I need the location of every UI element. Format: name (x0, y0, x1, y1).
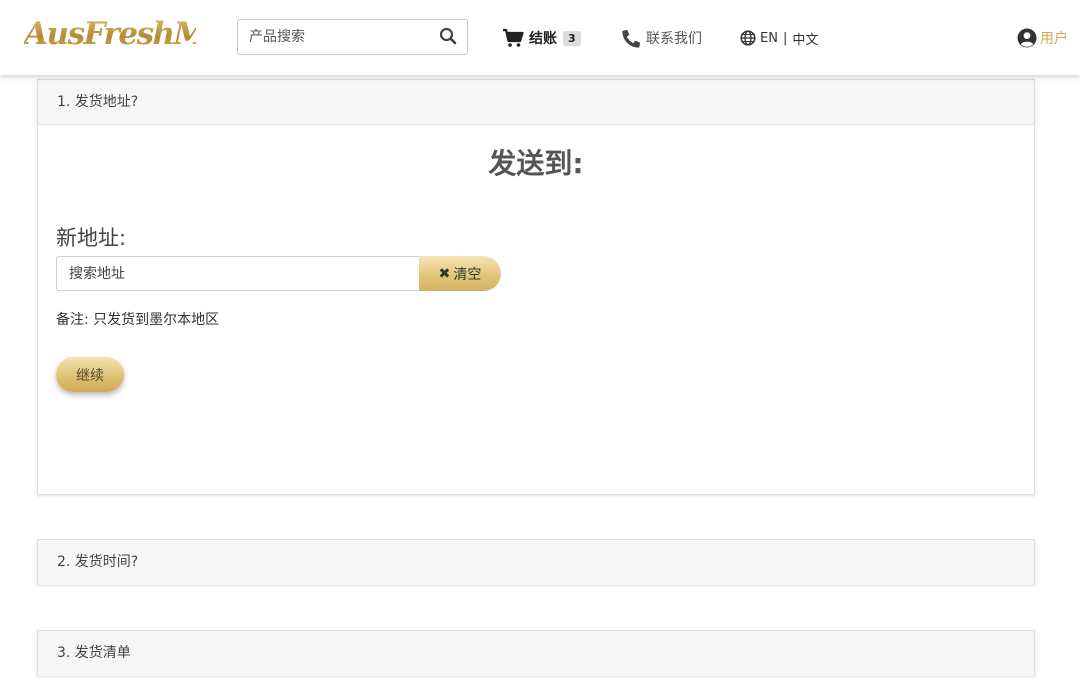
top-navbar: AusFreshMeat 结账 3 联系我们 (0, 0, 1080, 75)
delivery-note: 备注: 只发货到墨尔本地区 (56, 312, 220, 328)
contact-us-label: 联系我们 (646, 31, 702, 47)
clear-address-button[interactable]: ✖ 清空 (419, 256, 501, 291)
brand-logo[interactable]: AusFreshMeat (24, 9, 258, 59)
language-zh-link[interactable]: 中文 (792, 29, 818, 48)
clear-label: 清空 (453, 266, 482, 283)
globe-icon (740, 30, 756, 46)
step-delivery-time-panel: 2. 发货时间? (37, 539, 1035, 585)
checkout-link[interactable]: 结账 3 (502, 25, 581, 51)
step-3-heading[interactable]: 3. 发货清单 (38, 631, 1034, 676)
step-shipping-address-panel: 1. 发货地址? 发送到: 新地址: ✖ 清空 备注: 只发货到墨尔本地区 继续 (37, 79, 1035, 495)
checkout-label: 结账 (529, 31, 557, 47)
user-circle-icon (1017, 28, 1037, 48)
ship-to-heading: 发送到: (488, 147, 584, 180)
language-en-link[interactable]: EN (760, 31, 778, 46)
language-separator: | (782, 30, 788, 46)
step-2-heading[interactable]: 2. 发货时间? (38, 540, 1034, 585)
step-1-heading[interactable]: 1. 发货地址? (38, 80, 1034, 125)
contact-us-link[interactable]: 联系我们 (622, 25, 702, 51)
product-search-input[interactable] (238, 20, 428, 54)
address-search-input[interactable] (56, 256, 420, 291)
cart-count-badge: 3 (563, 30, 581, 46)
phone-icon (622, 29, 641, 48)
language-switcher: EN | 中文 (740, 25, 818, 51)
search-icon[interactable] (439, 27, 459, 47)
step-delivery-list-panel: 3. 发货清单 (37, 630, 1035, 676)
continue-label: 继续 (76, 367, 104, 384)
close-icon: ✖ (438, 265, 451, 282)
user-label: 用户 (1040, 31, 1068, 47)
cart-icon (502, 28, 524, 48)
product-search (237, 19, 468, 55)
new-address-label: 新地址: (56, 226, 127, 250)
user-menu[interactable]: 用户 (1017, 25, 1068, 51)
continue-button[interactable]: 继续 (56, 357, 124, 392)
